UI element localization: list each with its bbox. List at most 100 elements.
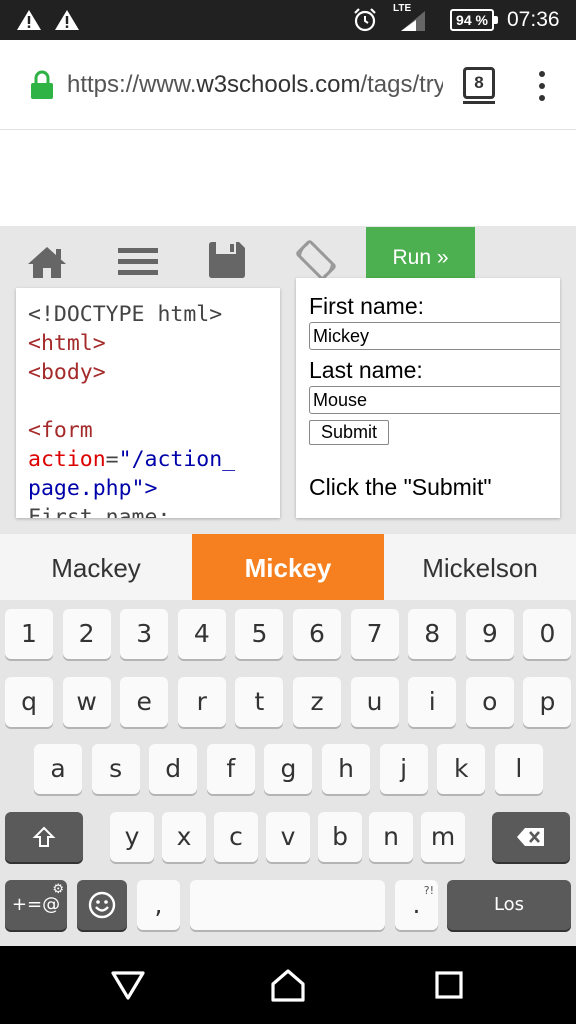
- suggestion-center[interactable]: Mickey: [192, 534, 384, 600]
- url-host: w3schools.com: [196, 71, 361, 98]
- key-3[interactable]: 3: [120, 609, 169, 659]
- suggestion-right[interactable]: Mickelson: [384, 534, 576, 600]
- key-x[interactable]: x: [162, 812, 206, 862]
- key-6[interactable]: 6: [293, 609, 341, 659]
- battery-icon: 94 %: [450, 9, 498, 31]
- key-l[interactable]: l: [494, 744, 543, 794]
- recents-icon[interactable]: [431, 968, 467, 1002]
- menu-icon[interactable]: [116, 238, 160, 282]
- alarm-icon: [354, 8, 376, 32]
- warning-icon: [17, 10, 41, 30]
- shift-icon: [32, 826, 56, 847]
- code-editor[interactable]: <!DOCTYPE html> <html> <body> <form action="…: [16, 288, 280, 518]
- first-name-input[interactable]: Mickey: [309, 322, 560, 350]
- tryit-toolbar: Run » <!DOCTYPE html> <html> <body> <form ac…: [0, 226, 576, 534]
- key-5[interactable]: 5: [235, 609, 284, 659]
- emoji-icon: [88, 891, 116, 919]
- browser-url-bar: https://www.w3schools.com/tags/tryit.asp…: [0, 40, 576, 130]
- signal-icon: [401, 11, 425, 31]
- key-9[interactable]: 9: [465, 609, 514, 659]
- key-e[interactable]: e: [120, 677, 169, 727]
- submit-button[interactable]: Submit: [309, 420, 390, 445]
- code-token: <html>: [28, 331, 106, 356]
- key-s[interactable]: s: [91, 744, 140, 794]
- key-c[interactable]: c: [214, 812, 258, 862]
- suggestion-left[interactable]: Mackey: [0, 534, 192, 600]
- key-u[interactable]: u: [350, 677, 399, 727]
- key-b[interactable]: b: [318, 812, 362, 862]
- status-bar: LTE 94 % 07:36: [0, 0, 576, 40]
- code-line: action="/action_: [28, 445, 268, 474]
- shift-key[interactable]: [5, 812, 83, 862]
- emoji-key[interactable]: [77, 880, 127, 930]
- key-z[interactable]: z: [293, 677, 341, 727]
- page-blank-area: [0, 130, 576, 226]
- url-field[interactable]: https://www.w3schools.com/tags/tryit.asp: [67, 71, 443, 99]
- last-name-input[interactable]: Mouse: [309, 386, 560, 414]
- key-k[interactable]: k: [437, 744, 486, 794]
- key-o[interactable]: o: [465, 677, 514, 727]
- warning-icon: [55, 10, 79, 30]
- key-1[interactable]: 1: [5, 609, 53, 659]
- key-g[interactable]: g: [264, 744, 313, 794]
- key-y[interactable]: y: [110, 812, 154, 862]
- gear-icon: ⚙: [52, 882, 64, 897]
- backspace-icon: [517, 828, 544, 846]
- code-token: <body>: [28, 360, 106, 385]
- home-nav-icon[interactable]: [270, 968, 306, 1002]
- key-t[interactable]: t: [235, 677, 284, 727]
- browser-menu-button[interactable]: [536, 71, 548, 101]
- key-w[interactable]: w: [62, 677, 111, 727]
- result-panel: First name: Mickey Last name: Mouse Subm…: [296, 278, 560, 518]
- code-line: <!DOCTYPE html>: [28, 300, 268, 329]
- enter-key[interactable]: Los: [447, 880, 571, 930]
- key-h[interactable]: h: [322, 744, 370, 794]
- navigation-bar: [0, 946, 576, 1024]
- key-7[interactable]: 7: [350, 609, 399, 659]
- symbols-key[interactable]: +=@ ⚙: [5, 880, 67, 930]
- key-d[interactable]: d: [149, 744, 198, 794]
- rotate-icon[interactable]: [294, 238, 338, 282]
- backspace-key[interactable]: [492, 812, 570, 862]
- comma-key[interactable]: ,: [137, 880, 180, 930]
- code-token: action: [28, 447, 106, 472]
- key-f[interactable]: f: [206, 744, 255, 794]
- space-key[interactable]: [190, 880, 385, 930]
- key-j[interactable]: j: [379, 744, 428, 794]
- code-token: <!DOCTYPE html>: [28, 302, 223, 327]
- key-v[interactable]: v: [266, 812, 310, 862]
- key-0[interactable]: 0: [523, 609, 572, 659]
- clock: 07:36: [507, 8, 560, 31]
- result-note: Click the "Submit": [309, 474, 492, 500]
- code-line: First name:: [28, 503, 268, 518]
- last-name-label: Last name:: [309, 357, 423, 383]
- tab-switcher-button[interactable]: 8: [463, 67, 495, 104]
- code-token: "/action_: [118, 447, 236, 472]
- lock-icon: [31, 70, 53, 99]
- key-4[interactable]: 4: [177, 609, 226, 659]
- save-icon[interactable]: [205, 238, 249, 282]
- first-name-label: First name:: [309, 293, 425, 319]
- key-2[interactable]: 2: [62, 609, 111, 659]
- key-i[interactable]: i: [408, 677, 457, 727]
- key-q[interactable]: q: [5, 677, 53, 727]
- code-line: page.php">: [28, 474, 268, 503]
- key-r[interactable]: r: [177, 677, 226, 727]
- period-key[interactable]: .?!: [395, 880, 438, 930]
- home-icon[interactable]: [25, 238, 69, 282]
- code-token: First name:: [28, 505, 171, 518]
- key-a[interactable]: a: [34, 744, 82, 794]
- key-p[interactable]: p: [523, 677, 572, 727]
- period-hint: ?!: [423, 884, 434, 897]
- code-token: <form: [28, 418, 93, 443]
- key-8[interactable]: 8: [408, 609, 457, 659]
- key-m[interactable]: m: [421, 812, 465, 862]
- run-button[interactable]: Run »: [366, 227, 475, 283]
- code-token: =: [105, 447, 119, 472]
- suggestion-strip: Mackey Mickey Mickelson: [0, 534, 576, 600]
- url-path: /tags/tryit.asp: [360, 71, 443, 98]
- key-n[interactable]: n: [369, 812, 413, 862]
- code-line: <html>: [28, 329, 268, 358]
- back-icon[interactable]: [110, 968, 146, 1002]
